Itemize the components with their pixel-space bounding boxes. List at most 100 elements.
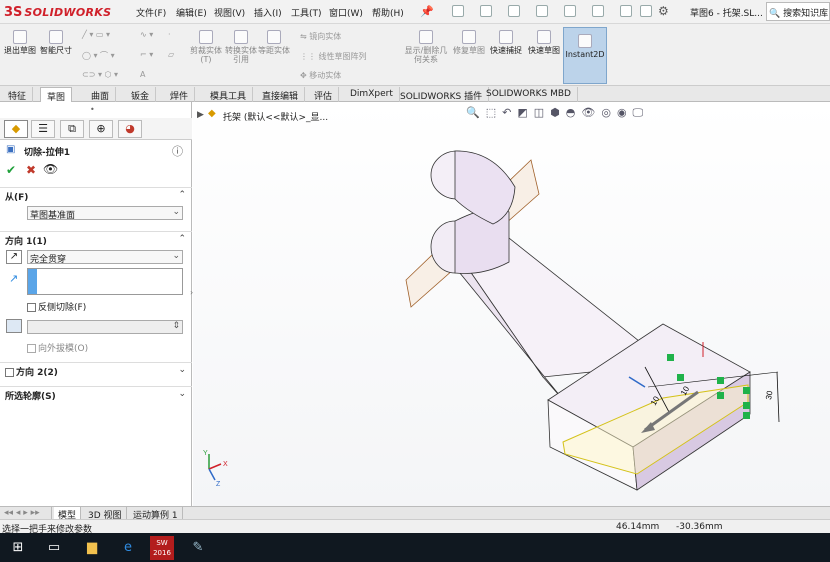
property-manager-tab-icon[interactable]: ☰ [31, 120, 55, 138]
spline-icon[interactable]: ∿ ▾ [140, 30, 153, 39]
offset-entities-button[interactable]: 等距实体 [258, 30, 290, 55]
move-entities-item[interactable]: ✥ 移动实体 [300, 70, 341, 81]
dimension-value[interactable]: 30 [764, 389, 775, 400]
line-icon[interactable]: ╱ ▾ ▭ ▾ [82, 30, 110, 39]
menu-view[interactable]: 视图(V) [214, 6, 245, 19]
pin-icon[interactable]: 📌 [420, 5, 434, 18]
repair-sketch-button[interactable]: 修复草图 [453, 30, 485, 55]
smart-dimension-button[interactable]: 智能尺寸 [40, 30, 72, 55]
dimxpert-manager-tab-icon[interactable]: ⊕ [89, 120, 113, 138]
panel-splitter-handle[interactable]: • [90, 105, 95, 114]
rapid-sketch-button[interactable]: 快速草图 [528, 30, 560, 55]
convert-label: 转换实体引用 [225, 46, 257, 64]
select-icon[interactable] [592, 5, 604, 17]
sketch-handle[interactable] [667, 354, 674, 361]
document-title: 草图6 - 托架.SL... [690, 9, 763, 19]
tab-evaluate[interactable]: 评估 [308, 87, 340, 102]
direction-vector-field[interactable] [27, 268, 183, 295]
solidworks-logo[interactable]: 3S SOLIDWORKS [4, 4, 111, 20]
convert-entities-button[interactable]: 转换实体引用 [225, 30, 257, 64]
tab-mold-tools[interactable]: 模具工具 [204, 87, 254, 102]
sketch-handle[interactable] [717, 392, 724, 399]
selected-contours-header[interactable]: 所选轮廓(S) ⌄ [0, 386, 192, 402]
new-document-icon[interactable] [452, 5, 464, 17]
help-icon[interactable]: ⓘ [172, 143, 183, 159]
direction1-label: 方向 1(1) [5, 237, 47, 247]
task-view-icon[interactable]: ▭ [42, 536, 66, 560]
paint-app-icon[interactable]: ✎ [186, 536, 210, 560]
quick-snaps-label: 快速捕捉 [490, 46, 522, 55]
from-condition-select[interactable]: 草图基准面 ⌄ [27, 206, 183, 221]
search-input[interactable]: 🔍 搜索知识库 [766, 2, 830, 21]
gear-icon[interactable]: ⚙ [658, 4, 669, 18]
plane-icon[interactable]: ▱ [168, 50, 174, 59]
direction2-section-header[interactable]: 方向 2(2) ⌄ [0, 362, 192, 378]
print-icon[interactable] [536, 5, 548, 17]
cancel-x-icon[interactable]: ✖ [26, 163, 36, 177]
menu-file[interactable]: 文件(F) [136, 6, 166, 19]
sketch-handle[interactable] [677, 374, 684, 381]
quick-snaps-icon [499, 30, 513, 44]
solidworks-app-icon[interactable]: SW 2016 [150, 536, 174, 560]
tab-addins[interactable]: SOLIDWORKS 插件 [394, 87, 490, 102]
draft-icon[interactable] [6, 319, 22, 333]
feature-manager-tab-icon[interactable]: ◆ [4, 120, 28, 138]
menu-window[interactable]: 窗口(W) [329, 6, 363, 19]
exit-sketch-button[interactable]: 退出草图 [4, 30, 36, 55]
direction2-checkbox[interactable] [5, 368, 14, 377]
trim-label: 剪裁实体(T) [190, 46, 222, 64]
mirror-entities-item[interactable]: ⇋ 镜向实体 [300, 31, 341, 42]
point-icon[interactable]: · [168, 30, 171, 39]
direction1-section-header[interactable]: 方向 1(1) ⌃ [0, 231, 192, 247]
save-icon[interactable] [508, 5, 520, 17]
tab-dimxpert[interactable]: DimXpert [344, 87, 400, 102]
tab-surfaces[interactable]: 曲面 [85, 87, 117, 102]
quick-snaps-button[interactable]: 快速捕捉 [490, 30, 522, 55]
circle-icon[interactable]: ◯ ▾ ⌒ ▾ [82, 50, 115, 61]
collapse-chevron-icon: ⌃ [178, 190, 186, 200]
tab-weldments[interactable]: 焊件 [164, 87, 196, 102]
text-icon[interactable]: A [140, 70, 145, 79]
sketch-handle[interactable] [743, 402, 750, 409]
exit-sketch-label: 退出草图 [4, 46, 36, 55]
menu-help[interactable]: 帮助(H) [372, 6, 404, 19]
linear-pattern-item[interactable]: ⋮⋮ 线性草图阵列 [300, 51, 367, 62]
menu-edit[interactable]: 编辑(E) [176, 6, 207, 19]
command-manager: 退出草图 智能尺寸 ╱ ▾ ▭ ▾ ◯ ▾ ⌒ ▾ ⊂⊃ ▾ ⬡ ▾ ∿ ▾ ⌐… [0, 24, 830, 86]
open-document-icon[interactable] [480, 5, 492, 17]
display-manager-tab-icon[interactable]: ◕ [118, 120, 142, 138]
draft-angle-spinner[interactable]: ⇕ [27, 320, 183, 334]
preview-eye-icon[interactable]: 👁 [43, 162, 58, 176]
draft-outward-checkbox[interactable]: 向外拔模(O) [27, 341, 88, 354]
display-relations-button[interactable]: 显示/删除几何关系 [404, 30, 448, 64]
configuration-manager-tab-icon[interactable]: ⧉ [60, 120, 84, 138]
reverse-direction-icon[interactable]: ↗ [6, 250, 22, 264]
slot-icon[interactable]: ⊂⊃ ▾ ⬡ ▾ [82, 70, 118, 79]
tab-direct-editing[interactable]: 直接编辑 [256, 87, 306, 102]
tab-mbd[interactable]: SOLIDWORKS MBD [480, 87, 578, 102]
selected-contours-label: 所选轮廓(S) [5, 392, 56, 402]
flip-side-to-cut-checkbox[interactable]: 反侧切除(F) [27, 300, 86, 313]
draft-outward-label: 向外拔模(O) [38, 344, 89, 354]
rebuild-icon[interactable] [620, 5, 632, 17]
edge-browser-icon[interactable]: e [116, 536, 140, 560]
tab-features[interactable]: 特征 [2, 87, 34, 102]
model-graphics[interactable]: 10 10 30 Y X Z [193, 102, 830, 506]
ok-check-icon[interactable]: ✔ [6, 163, 16, 177]
menu-insert[interactable]: 插入(I) [254, 6, 282, 19]
sketch-handle[interactable] [743, 412, 750, 419]
from-section-header[interactable]: 从(F) ⌃ [0, 187, 192, 203]
tab-sheet-metal[interactable]: 钣金 [125, 87, 157, 102]
sketch-handle[interactable] [743, 387, 750, 394]
trim-entities-button[interactable]: 剪裁实体(T) [190, 30, 222, 64]
fillet-icon[interactable]: ⌐ ▾ [140, 50, 153, 59]
file-properties-icon[interactable] [640, 5, 652, 17]
windows-start-icon[interactable]: ⊞ [6, 536, 30, 560]
sketch-handle[interactable] [717, 377, 724, 384]
instant2d-button[interactable]: Instant2D [563, 27, 607, 84]
undo-icon[interactable] [564, 5, 576, 17]
menu-tools[interactable]: 工具(T) [291, 6, 322, 19]
end-condition-select[interactable]: 完全贯穿 ⌄ [27, 250, 183, 265]
file-explorer-icon[interactable]: ▆ [80, 536, 104, 560]
tab-sketch[interactable]: 草图 [40, 87, 73, 103]
